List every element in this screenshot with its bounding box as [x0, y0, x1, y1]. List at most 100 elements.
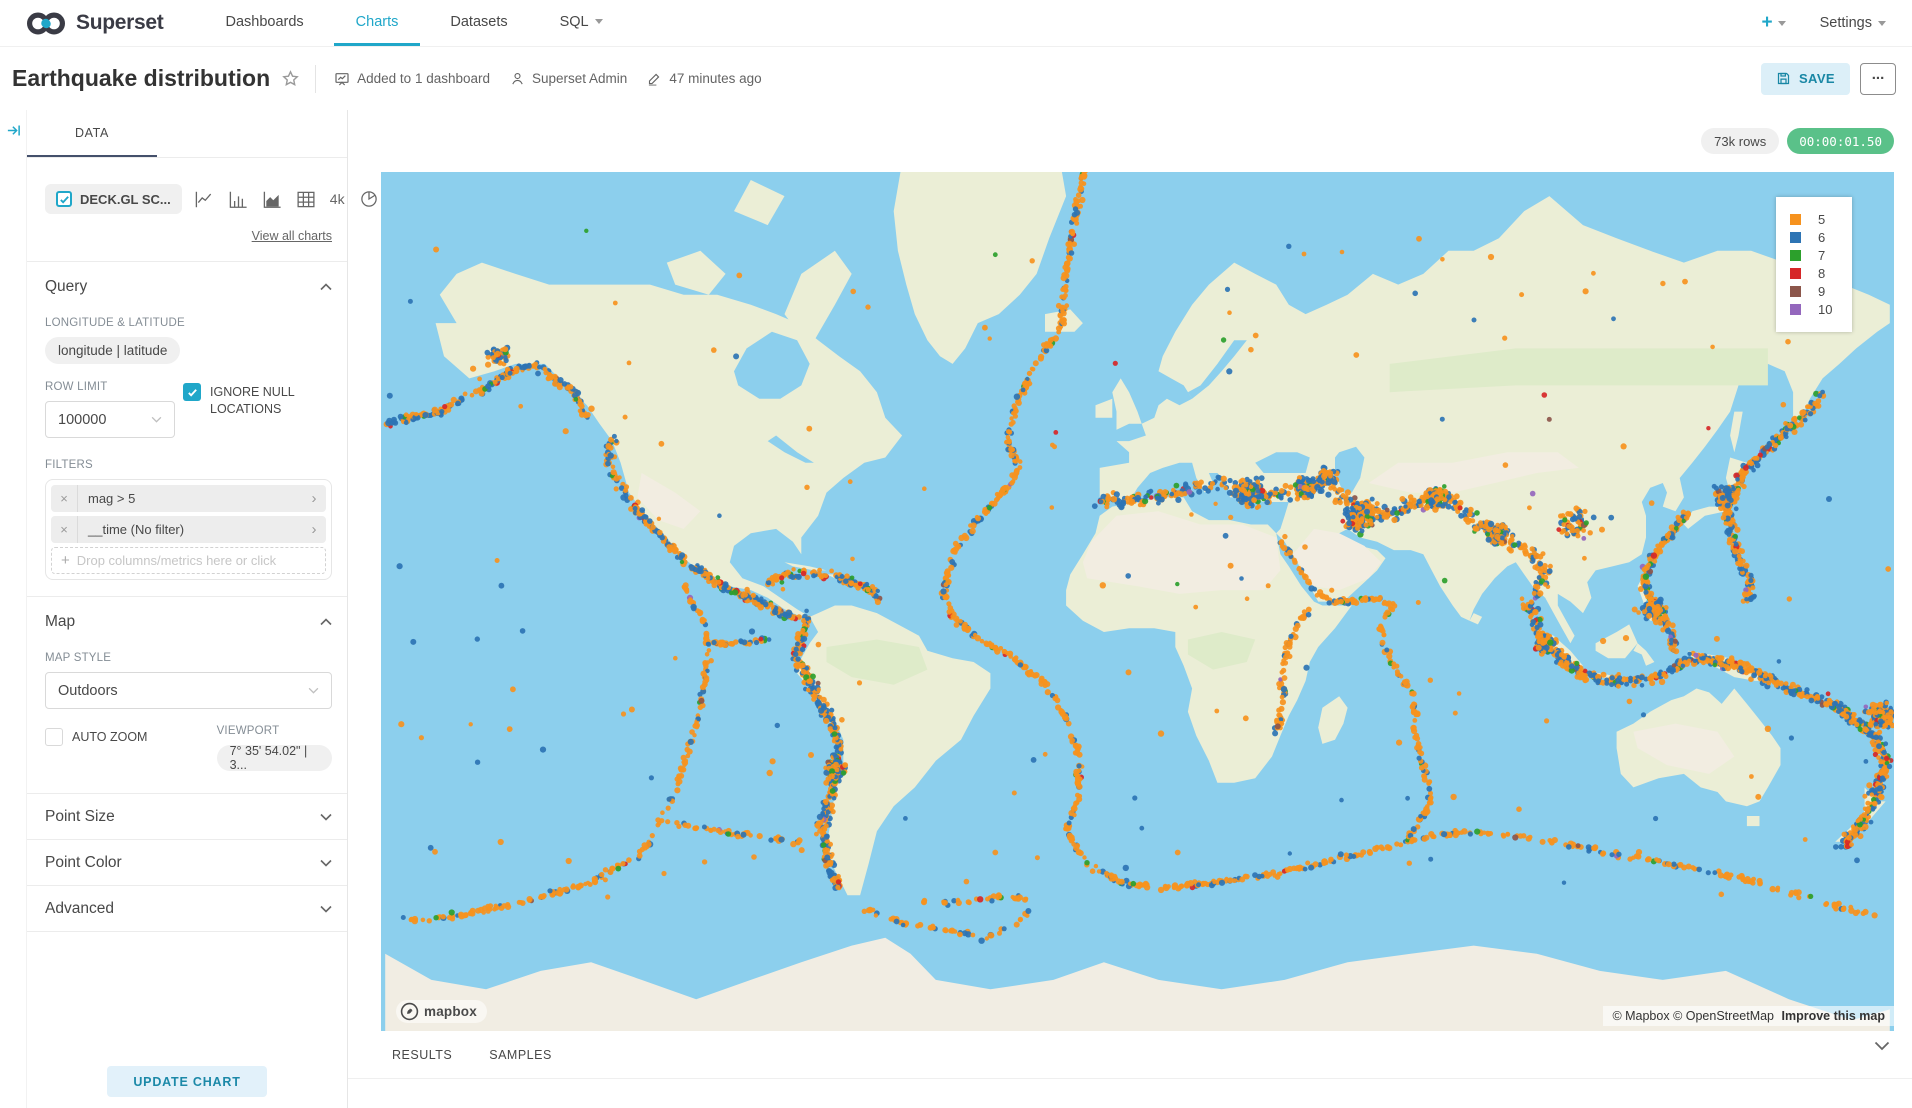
- filter-drop-zone[interactable]: + Drop columns/metrics here or click: [51, 547, 326, 574]
- earthquake-point: [921, 899, 926, 904]
- earthquake-point: [985, 897, 990, 902]
- update-chart-button[interactable]: UPDATE CHART: [107, 1066, 267, 1097]
- point-color-section[interactable]: Point Color: [45, 840, 332, 885]
- earthquake-point: [754, 640, 759, 645]
- earthquake-point: [1741, 661, 1747, 667]
- map-style-select[interactable]: Outdoors: [45, 672, 332, 709]
- viz-type-selected[interactable]: DECK.GL SC...: [45, 184, 182, 214]
- earthquake-point: [1279, 488, 1285, 494]
- earthquake-point: [800, 662, 806, 668]
- earthquake-point: [1672, 648, 1677, 653]
- earthquake-point: [1753, 456, 1758, 461]
- save-button[interactable]: SAVE: [1761, 63, 1850, 95]
- lonlat-pill[interactable]: longitude | latitude: [45, 337, 180, 364]
- earthquake-point: [706, 642, 710, 646]
- line-chart-icon[interactable]: [195, 191, 214, 208]
- more-actions-button[interactable]: ...: [1860, 63, 1896, 95]
- earthquake-point: [611, 469, 617, 475]
- earthquake-point: [1391, 661, 1396, 666]
- owner-meta[interactable]: Superset Admin: [510, 71, 627, 86]
- nav-sql[interactable]: SQL: [538, 0, 625, 46]
- nav-datasets[interactable]: Datasets: [428, 0, 529, 46]
- ignore-null-checkbox-row[interactable]: IGNORE NULL LOCATIONS: [183, 383, 332, 418]
- earthquake-point: [758, 637, 763, 642]
- earthquake-point: [1391, 517, 1397, 523]
- pie-chart-icon[interactable]: [360, 190, 378, 208]
- earthquake-point: [1862, 794, 1867, 799]
- viz-checked-icon: [56, 191, 72, 207]
- earthquake-point: [701, 671, 707, 677]
- deckgl-map[interactable]: 5678910 mapbox © Mapbox © OpenStreetMap …: [381, 172, 1894, 1031]
- auto-zoom-checkbox-row[interactable]: AUTO ZOOM: [45, 728, 217, 746]
- earthquake-point: [1073, 206, 1078, 211]
- earthquake-point: [1084, 860, 1089, 865]
- earthquake-point: [1586, 849, 1591, 854]
- remove-filter-icon[interactable]: ×: [51, 485, 78, 512]
- table-icon[interactable]: [297, 191, 315, 208]
- earthquake-point: [829, 569, 834, 574]
- advanced-section[interactable]: Advanced: [45, 886, 332, 931]
- query-section-header[interactable]: Query: [45, 278, 332, 296]
- bar-chart-icon[interactable]: [229, 191, 248, 208]
- earthquake-point: [1446, 832, 1452, 838]
- caret-down-icon: [1778, 21, 1786, 26]
- earthquake-point: [1849, 842, 1854, 847]
- earthquake-point: [1530, 623, 1535, 628]
- earthquake-point: [1474, 510, 1480, 516]
- superset-brand[interactable]: Superset: [25, 0, 163, 46]
- autozoom-viewport-row: AUTO ZOOM VIEWPORT 7° 35' 54.02" | 3...: [45, 725, 332, 771]
- earthquake-point: [1368, 518, 1373, 523]
- earthquake-point: [785, 570, 791, 576]
- point-size-section[interactable]: Point Size: [45, 794, 332, 839]
- earthquake-point: [700, 618, 706, 624]
- remove-filter-icon[interactable]: ×: [51, 516, 78, 543]
- settings-menu[interactable]: Settings: [1820, 15, 1886, 31]
- nav-charts[interactable]: Charts: [334, 0, 421, 46]
- earthquake-point: [470, 911, 476, 917]
- earthquake-point: [1238, 479, 1243, 484]
- row-limit-label: ROW LIMIT: [45, 381, 183, 393]
- row-limit-select[interactable]: 100000: [45, 401, 175, 438]
- earthquake-point: [817, 828, 822, 833]
- earthquake-point: [1385, 508, 1390, 513]
- filter-pill-time[interactable]: × __time (No filter) ›: [51, 516, 326, 543]
- checkbox-checked-icon[interactable]: [183, 383, 201, 401]
- earthquake-point: [1864, 705, 1869, 710]
- favorite-star-icon[interactable]: [282, 70, 299, 87]
- tab-data[interactable]: DATA: [27, 110, 157, 157]
- earthquake-point: [1258, 493, 1264, 499]
- earthquake-point: [1758, 880, 1763, 885]
- area-chart-icon[interactable]: [263, 191, 282, 208]
- earthquake-point: [791, 567, 795, 571]
- earthquake-point: [1090, 868, 1096, 874]
- earthquake-point: [866, 587, 871, 592]
- earthquake-point: [1797, 415, 1802, 420]
- filter-pill-mag[interactable]: × mag > 5 ›: [51, 485, 326, 512]
- earthquake-point: [796, 837, 802, 843]
- top-navbar: Superset Dashboards Charts Datasets SQL …: [0, 0, 1912, 47]
- earthquake-point: [1796, 895, 1801, 900]
- earthquake-point: [1743, 465, 1749, 471]
- earthquake-point: [1833, 844, 1839, 850]
- view-all-charts-link[interactable]: View all charts: [252, 229, 332, 243]
- new-item-button[interactable]: +: [1761, 12, 1785, 34]
- earthquake-point: [1739, 478, 1744, 483]
- earthquake-point: [795, 631, 801, 637]
- viewport-pill[interactable]: 7° 35' 54.02" | 3...: [217, 745, 332, 771]
- earthquake-point: [1748, 578, 1753, 583]
- earthquake-point: [642, 842, 648, 848]
- last-modified-meta[interactable]: 47 minutes ago: [647, 71, 761, 86]
- nav-dashboards[interactable]: Dashboards: [203, 0, 325, 46]
- earthquake-point: [1202, 485, 1208, 491]
- earthquake-point: [1385, 610, 1391, 616]
- earthquake-point: [1712, 870, 1717, 875]
- map-section-header[interactable]: Map: [45, 613, 332, 631]
- checkbox-unchecked-icon[interactable]: [45, 728, 63, 746]
- expand-panel-icon[interactable]: [6, 123, 21, 138]
- viz-4k-badge[interactable]: 4k: [330, 191, 345, 207]
- dashboards-meta-label: Added to 1 dashboard: [357, 71, 490, 86]
- earthquake-point: [1805, 694, 1810, 699]
- dashboards-meta[interactable]: Added to 1 dashboard: [334, 71, 490, 87]
- earthquake-point: [801, 636, 807, 642]
- earthquake-point: [742, 592, 748, 598]
